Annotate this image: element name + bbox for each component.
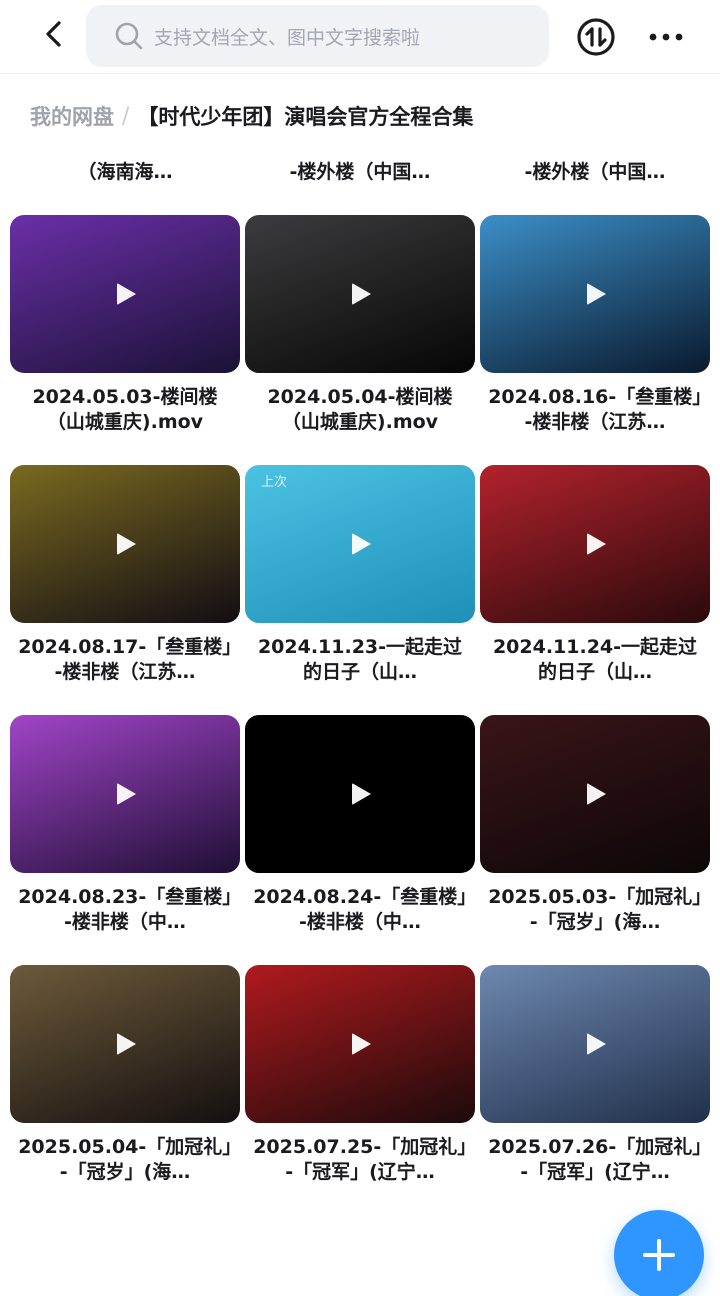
play-icon: [352, 283, 371, 305]
video-thumbnail[interactable]: [480, 715, 710, 873]
file-name: 2025.07.25-「加冠礼」-「冠军」(辽宁…: [253, 1136, 467, 1183]
file-name: 2024.08.23-「叁重楼」-楼非楼（中…: [18, 886, 232, 933]
play-icon: [117, 783, 136, 805]
breadcrumb-root[interactable]: 我的网盘: [30, 101, 114, 131]
top-bar: 支持文档全文、图中文字搜索啦: [0, 0, 720, 74]
chevron-left-icon: [46, 21, 61, 47]
more-button[interactable]: [644, 16, 688, 58]
file-card[interactable]: 2024.11.24-一起走过的日子（山…: [480, 465, 710, 685]
plus-icon: [643, 1239, 675, 1271]
file-card[interactable]: 2024.05.04-楼间楼（山城重庆).mov: [245, 215, 475, 435]
file-name: 2024.11.23-一起走过的日子（山…: [257, 636, 463, 683]
file-card[interactable]: 2024.08.17-「叁重楼」-楼非楼（江苏…: [10, 465, 240, 685]
breadcrumb-separator: /: [122, 103, 130, 129]
play-icon: [352, 783, 371, 805]
file-name: 2025.05.03-「加冠礼」-「冠岁」(海…: [488, 886, 702, 933]
file-card[interactable]: 2024.08.23-「叁重楼」-楼非楼（中…: [10, 715, 240, 935]
video-thumbnail[interactable]: [10, 215, 240, 373]
play-icon: [587, 533, 606, 555]
file-name: 2023.11.18-「叁重楼」-楼外楼（中国…: [253, 157, 467, 183]
file-card[interactable]: 2023.11.19-「叁重楼」-楼外楼（中国…: [480, 157, 710, 185]
breadcrumb: 我的网盘 / 【时代少年团】演唱会官方全程合集: [30, 96, 473, 136]
video-thumbnail[interactable]: 上次: [245, 465, 475, 623]
search-placeholder: 支持文档全文、图中文字搜索啦: [154, 26, 421, 49]
file-card[interactable]: 2025.07.25-「加冠礼」-「冠军」(辽宁…: [245, 965, 475, 1185]
video-thumbnail[interactable]: [10, 965, 240, 1123]
file-name: 2023.11.19-「叁重楼」-楼外楼（中国…: [488, 157, 702, 183]
play-icon: [587, 1033, 606, 1055]
play-icon: [352, 533, 371, 555]
breadcrumb-current-folder: 【时代少年团】演唱会官方全程合集: [137, 105, 474, 129]
video-thumbnail[interactable]: [10, 465, 240, 623]
play-icon: [352, 1033, 371, 1055]
file-name: 2023.05.02-理想之途（海南海…: [23, 157, 227, 183]
file-name: 2024.11.24-一起走过的日子（山…: [492, 636, 698, 683]
file-card[interactable]: 2024.08.24-「叁重楼」-楼非楼（中…: [245, 715, 475, 935]
sort-icon: [577, 18, 615, 56]
file-name: 2025.07.26-「加冠礼」-「冠军」(辽宁…: [488, 1136, 702, 1183]
search-input[interactable]: 支持文档全文、图中文字搜索啦: [86, 5, 549, 67]
video-thumbnail[interactable]: [480, 465, 710, 623]
play-icon: [117, 283, 136, 305]
play-icon: [587, 783, 606, 805]
file-name: 2024.08.17-「叁重楼」-楼非楼（江苏…: [18, 636, 232, 683]
video-thumbnail[interactable]: [245, 965, 475, 1123]
play-icon: [117, 533, 136, 555]
video-thumbnail[interactable]: [480, 965, 710, 1123]
file-name: 2024.08.16-「叁重楼」-楼非楼（江苏…: [488, 386, 702, 433]
file-name: 2025.05.04-「加冠礼」-「冠岁」(海…: [18, 1136, 232, 1183]
file-card[interactable]: 2025.05.03-「加冠礼」-「冠岁」(海…: [480, 715, 710, 935]
video-thumbnail[interactable]: [245, 715, 475, 873]
file-name: 2024.05.04-楼间楼（山城重庆).mov: [267, 386, 453, 433]
add-button[interactable]: [614, 1210, 704, 1296]
video-thumbnail[interactable]: [245, 215, 475, 373]
sort-button[interactable]: [575, 16, 617, 58]
more-icon: [649, 33, 683, 41]
file-card[interactable]: 2024.05.03-楼间楼（山城重庆).mov: [10, 215, 240, 435]
file-name: 2024.08.24-「叁重楼」-楼非楼（中…: [253, 886, 467, 933]
file-name: 2024.05.03-楼间楼（山城重庆).mov: [32, 386, 218, 433]
video-thumbnail[interactable]: [10, 715, 240, 873]
file-card[interactable]: 上次 2024.11.23-一起走过的日子（山…: [245, 465, 475, 685]
file-card[interactable]: 2023.11.18-「叁重楼」-楼外楼（中国…: [245, 157, 475, 185]
back-button[interactable]: [30, 12, 78, 56]
file-card[interactable]: 2023.05.02-理想之途（海南海…: [10, 157, 240, 185]
file-card[interactable]: 2025.05.04-「加冠礼」-「冠岁」(海…: [10, 965, 240, 1185]
last-played-badge: 上次: [261, 475, 288, 490]
file-card[interactable]: 2024.08.16-「叁重楼」-楼非楼（江苏…: [480, 215, 710, 435]
video-thumbnail[interactable]: [480, 215, 710, 373]
play-icon: [117, 1033, 136, 1055]
file-card[interactable]: 2025.07.26-「加冠礼」-「冠军」(辽宁…: [480, 965, 710, 1185]
search-icon: [115, 22, 143, 50]
play-icon: [587, 283, 606, 305]
file-grid[interactable]: 2023.05.02-理想之途（海南海… 2023.11.18-「叁重楼」-楼外楼…: [0, 157, 720, 1296]
